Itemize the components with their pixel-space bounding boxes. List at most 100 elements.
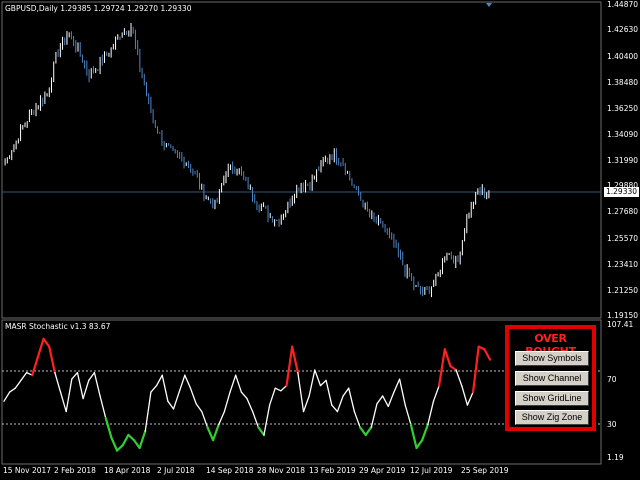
stochastic-segment [9, 387, 16, 393]
stochastic-segment [466, 391, 474, 406]
stochastic-segment [331, 404, 339, 413]
stochastic-segment [314, 369, 322, 387]
price-label: 1.42630 [607, 25, 639, 34]
stochastic-segment [150, 384, 158, 393]
price-label: 1.44870 [607, 0, 639, 9]
stochastic-segment [20, 371, 28, 382]
time-label: 14 Sep 2018 [206, 466, 254, 475]
stochastic-segment [308, 369, 316, 397]
stochastic-segment [189, 387, 197, 405]
stochastic-segment [161, 374, 169, 402]
stochastic-segment [110, 436, 119, 452]
stochastic-segment [155, 374, 163, 387]
stochastic-segment [218, 410, 226, 426]
price-label: 1.21250 [607, 286, 639, 295]
stochastic-segment [291, 345, 299, 374]
stochastic-segment [461, 384, 469, 406]
stochastic-segment [36, 337, 45, 359]
stochastic-segment [257, 426, 266, 437]
control-panel: OVER BOUGHT Show Symbols Show Channel Sh… [505, 325, 596, 431]
indicator-label: 107.41 [607, 320, 634, 329]
price-label: 1.31990 [607, 156, 639, 165]
stochastic-segment [246, 397, 254, 413]
stochastic-segment [178, 374, 186, 393]
stochastic-segment [132, 439, 141, 450]
stochastic-segment [364, 426, 373, 437]
stochastic-segment [443, 348, 452, 368]
stochastic-segment [285, 345, 294, 387]
price-candles [4, 23, 490, 298]
main-chart-frame [1, 1, 602, 319]
stochastic-segment [432, 384, 440, 402]
show-zigzone-button[interactable]: Show Zig Zone [515, 410, 589, 425]
stochastic-segment [172, 391, 180, 410]
stochastic-segment [138, 429, 147, 450]
stochastic-segment [88, 371, 96, 382]
stochastic-segment [280, 384, 288, 392]
current-price-tag: 1.29330 [604, 187, 640, 197]
time-label: 2 Jul 2018 [157, 466, 195, 475]
stochastic-line [3, 337, 492, 452]
stochastic-segment [42, 337, 51, 348]
stochastic-segment [376, 395, 384, 405]
stochastic-segment [381, 395, 389, 408]
stochastic-segment [297, 371, 305, 413]
price-label: 1.38480 [607, 78, 639, 87]
stochastic-segment [229, 374, 237, 393]
stochastic-segment [144, 391, 152, 432]
stochastic-segment [348, 387, 356, 413]
stochastic-segment [325, 379, 333, 406]
price-label: 1.23410 [607, 260, 639, 269]
stochastic-segment [421, 423, 429, 442]
stochastic-segment [302, 395, 310, 413]
indicator-label: 30 [607, 420, 617, 429]
price-label: 1.19150 [607, 311, 639, 320]
stochastic-segment [483, 348, 492, 361]
stochastic-segment [104, 416, 113, 439]
stochastic-segment [387, 391, 395, 408]
show-channel-button[interactable]: Show Channel [515, 371, 589, 386]
indicator-info: MASR Stochastic v1.3 83.67 [5, 322, 111, 331]
stochastic-segment [268, 387, 276, 406]
time-label: 2 Feb 2018 [54, 466, 96, 475]
stochastic-segment [455, 369, 463, 387]
time-label: 12 Jul 2019 [410, 466, 453, 475]
stochastic-segment [65, 378, 73, 413]
show-symbols-button[interactable]: Show Symbols [515, 351, 589, 366]
stochastic-segment [127, 433, 136, 442]
chart-area[interactable]: GBPUSD,Daily 1.29385 1.29724 1.29270 1.2… [0, 0, 640, 480]
indicator-label: 1.19 [607, 453, 624, 462]
stochastic-segment [76, 371, 84, 400]
show-gridline-button[interactable]: Show GridLine [515, 391, 589, 406]
stochastic-segment [393, 378, 401, 393]
stochastic-segment [252, 410, 259, 428]
price-label: 1.27680 [607, 207, 639, 216]
stochastic-segment [211, 423, 220, 442]
price-label: 1.34090 [607, 130, 639, 139]
stochastic-segment [415, 439, 424, 450]
symbol-info: GBPUSD,Daily 1.29385 1.29724 1.29270 1.2… [5, 4, 192, 13]
scroll-marker-icon [486, 3, 492, 7]
time-label: 29 Apr 2019 [359, 466, 406, 475]
time-label: 25 Sep 2019 [461, 466, 509, 475]
stochastic-segment [427, 400, 435, 426]
stochastic-segment [398, 378, 406, 406]
stochastic-segment [404, 404, 412, 426]
stochastic-segment [342, 387, 350, 397]
stochastic-segment [195, 403, 203, 413]
stochastic-segment [409, 423, 418, 450]
stochastic-segment [115, 444, 124, 452]
time-label: 28 Nov 2018 [257, 466, 306, 475]
stochastic-segment [336, 395, 344, 413]
indicator-label: 70 [607, 375, 617, 384]
stochastic-segment [71, 371, 79, 380]
time-label: 18 Apr 2018 [104, 466, 151, 475]
stochastic-segment [48, 345, 56, 374]
stochastic-segment [449, 365, 458, 372]
stochastic-segment [235, 374, 242, 393]
stochastic-segment [82, 379, 90, 400]
stochastic-segment [59, 391, 67, 413]
stochastic-segment [438, 348, 446, 387]
stochastic-segment [240, 391, 248, 400]
stochastic-segment [263, 404, 271, 436]
